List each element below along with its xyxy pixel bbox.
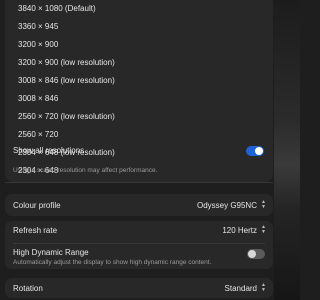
rotation-row[interactable]: Rotation Standard ▲ ▼ (5, 278, 273, 298)
hdr-toggle[interactable] (247, 249, 265, 259)
chevron-up-down-icon[interactable]: ▲ ▼ (260, 283, 267, 293)
refresh-rate-value[interactable]: 120 Hertz (222, 226, 257, 235)
colour-profile-row[interactable]: Colour profile Odyssey G95NC ▲ ▼ (5, 194, 273, 216)
resolution-option[interactable]: 3008 × 846 (low resolution) (18, 72, 115, 90)
display-settings-panel: 3840 × 1080 (Default) 3360 × 945 3200 × … (0, 0, 274, 300)
rotation-label: Rotation (13, 284, 43, 293)
chevron-up-down-icon[interactable]: ▲ ▼ (260, 200, 267, 210)
colour-profile-label: Colour profile (13, 201, 61, 210)
show-all-resolutions-label: Show all resolutions (13, 146, 85, 155)
toggle-knob (255, 147, 263, 155)
refresh-rate-label: Refresh rate (13, 226, 58, 235)
resolution-option[interactable]: 3360 × 945 (18, 18, 58, 36)
rotation-value: Standard (224, 284, 257, 293)
resolution-option[interactable]: 2560 × 720 (low resolution) (18, 108, 115, 126)
row-divider (13, 243, 265, 244)
show-all-resolutions-toggle[interactable] (246, 146, 264, 156)
section-divider (5, 182, 273, 183)
chevron-up-down-icon[interactable]: ▲ ▼ (260, 225, 267, 235)
resolution-option[interactable]: 3200 × 900 (18, 36, 58, 54)
toggle-knob (248, 250, 256, 258)
hdr-description: Automatically adjust the display to show… (13, 259, 212, 266)
desktop-background (274, 0, 300, 300)
resolution-option[interactable]: 3200 × 900 (low resolution) (18, 54, 115, 72)
resolution-option[interactable]: 3840 × 1080 (Default) (18, 0, 96, 18)
colour-profile-value: Odyssey G95NC (196, 201, 257, 210)
hdr-label: High Dynamic Range (13, 248, 89, 257)
scaled-resolution-note: Using a scaled resolution may affect per… (13, 167, 158, 174)
resolution-option[interactable]: 3008 × 846 (18, 90, 58, 108)
refresh-hdr-group: Refresh rate 120 Hertz ▲ ▼ High Dynamic R… (5, 221, 273, 269)
